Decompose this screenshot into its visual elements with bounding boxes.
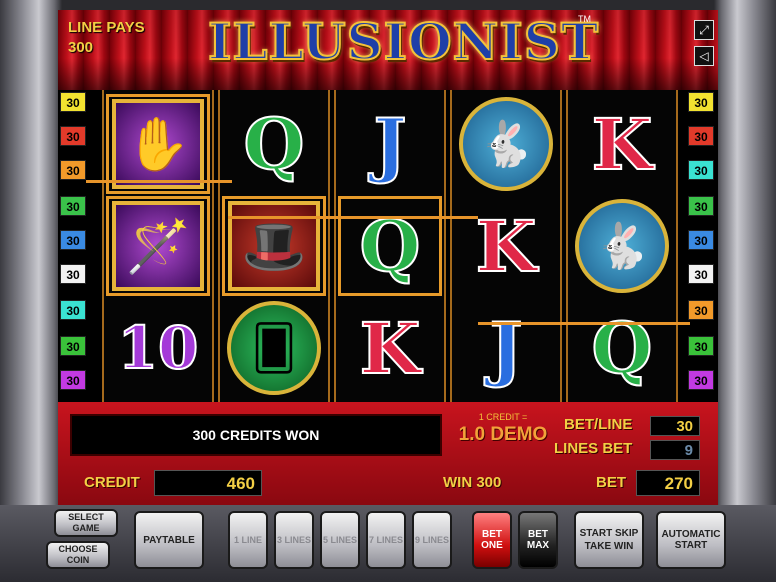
symbol-10: 10 [117, 313, 200, 383]
magic-gloves-icon: ✋ [112, 99, 204, 189]
left-line-number[interactable]: 30 [60, 300, 86, 320]
reel-5: K 🐇 Q [566, 90, 678, 402]
left-line-number[interactable]: 30 [60, 126, 86, 146]
info-panel: 300 CREDITS WON 1 CREDIT = 1.0 DEMO BET/… [58, 402, 718, 505]
left-line-number[interactable]: 30 [60, 92, 86, 112]
reel-1: ✋ 🪄 10 [102, 90, 214, 402]
5-lines-button[interactable]: 5 LINES [320, 511, 360, 569]
game-logo: ILLUSIONIST [207, 11, 600, 72]
reel-symbol: 10 [106, 298, 210, 398]
fullscreen-icon[interactable]: ⤢ [694, 20, 714, 40]
reel-symbol: 🐇 [570, 196, 674, 296]
reel-symbol: 🐇 [454, 94, 558, 194]
bet-line-label: BET/LINE [564, 416, 633, 433]
symbol-k: K [475, 204, 538, 289]
speaker-icon[interactable]: ◁ [694, 46, 714, 66]
reel-symbol: 🂠 [222, 298, 326, 398]
payline-segment [228, 216, 358, 219]
trademark: TM [578, 14, 591, 24]
payline-segment [358, 216, 478, 219]
right-line-number[interactable]: 30 [688, 264, 714, 284]
left-line-number[interactable]: 30 [60, 264, 86, 284]
symbol-j: J [488, 306, 523, 391]
automatic-start-button[interactable]: AUTOMATIC START [656, 511, 726, 569]
payline-segment [86, 180, 232, 183]
right-line-number[interactable]: 30 [688, 160, 714, 180]
right-line-number[interactable]: 30 [688, 92, 714, 112]
lines-bet-value: 9 [650, 440, 700, 460]
reel-symbol: Q [222, 94, 326, 194]
symbol-j: J [372, 102, 407, 187]
right-line-number[interactable]: 30 [688, 370, 714, 390]
symbol-k: K [359, 306, 422, 391]
reel-symbol: 🪄 [106, 196, 210, 296]
reel-symbol: Q [570, 298, 674, 398]
rabbit-hat-icon: 🐇 [575, 199, 669, 293]
reel-3: JQK [334, 90, 446, 402]
win-label: WIN 300 [443, 474, 502, 491]
line-pays: LINE PAYS 300 [68, 18, 145, 58]
right-line-number[interactable]: 30 [688, 230, 714, 250]
reel-area: ✋ 🪄 10 Q 🎩 🂠 J Q K 🐇 K J K 🐇 Q [58, 90, 718, 402]
left-line-number[interactable]: 30 [60, 336, 86, 356]
line-pays-value: 300 [68, 39, 94, 56]
credit-value: 460 [154, 470, 262, 496]
lines-bet-label: LINES BET [554, 440, 633, 457]
demo-label: 1.0 DEMO [458, 424, 548, 445]
left-line-number[interactable]: 30 [60, 230, 86, 250]
left-line-number[interactable]: 30 [60, 196, 86, 216]
reel-2: Q 🎩 🂠 [218, 90, 330, 402]
3-lines-button[interactable]: 3 LINES [274, 511, 314, 569]
right-line-number[interactable]: 30 [688, 300, 714, 320]
1-line-button[interactable]: 1 LINE [228, 511, 268, 569]
bet-label: BET [596, 474, 626, 491]
reel-symbol: K [570, 94, 674, 194]
bet-value: 270 [636, 470, 700, 496]
reel-4: 🐇 K J [450, 90, 562, 402]
reel-symbol: J [338, 94, 442, 194]
button-console: SELECT GAME CHOOSE COIN PAYTABLE 1 LINE … [0, 505, 776, 582]
right-line-number[interactable]: 30 [688, 336, 714, 356]
magic-wand-hands-icon: 🪄 [112, 201, 204, 291]
symbol-q: Q [591, 306, 654, 391]
symbol-k: K [591, 102, 654, 187]
game-screen: LINE PAYS 300 ILLUSIONIST TM ⤢ ◁ ✋ 🪄 10 Q 🎩 🂠… [58, 10, 718, 505]
credit-label: CREDIT [84, 474, 140, 491]
reel-symbol: Q [338, 196, 442, 296]
win-message: 300 CREDITS WON [70, 414, 442, 456]
choose-coin-button[interactable]: CHOOSE COIN [46, 541, 110, 569]
reel-symbol: K [454, 196, 558, 296]
paytable-button[interactable]: PAYTABLE [134, 511, 204, 569]
left-line-number[interactable]: 30 [60, 160, 86, 180]
magician-icon: 🎩 [228, 201, 320, 291]
reel-symbol: 🎩 [222, 196, 326, 296]
reel-symbol: J [454, 298, 558, 398]
line-pays-label: LINE PAYS [68, 19, 145, 36]
cards-hand-icon: 🂠 [227, 301, 321, 395]
bet-one-button[interactable]: BET ONE [472, 511, 512, 569]
right-line-number[interactable]: 30 [688, 196, 714, 216]
left-line-number[interactable]: 30 [60, 370, 86, 390]
7-lines-button[interactable]: 7 LINES [366, 511, 406, 569]
reel-symbol: K [338, 298, 442, 398]
reel-symbol: ✋ [106, 94, 210, 194]
start-skip-button[interactable]: START SKIP TAKE WIN [574, 511, 644, 569]
payline-segment [478, 322, 690, 325]
symbol-q: Q [243, 102, 306, 187]
bet-line-value: 30 [650, 416, 700, 436]
right-line-number[interactable]: 30 [688, 126, 714, 146]
9-lines-button[interactable]: 9 LINES [412, 511, 452, 569]
rabbit-hat-icon: 🐇 [459, 97, 553, 191]
bet-max-button[interactable]: BET MAX [518, 511, 558, 569]
credit-rate: 1 CREDIT = [478, 412, 528, 422]
select-game-button[interactable]: SELECT GAME [54, 509, 118, 537]
